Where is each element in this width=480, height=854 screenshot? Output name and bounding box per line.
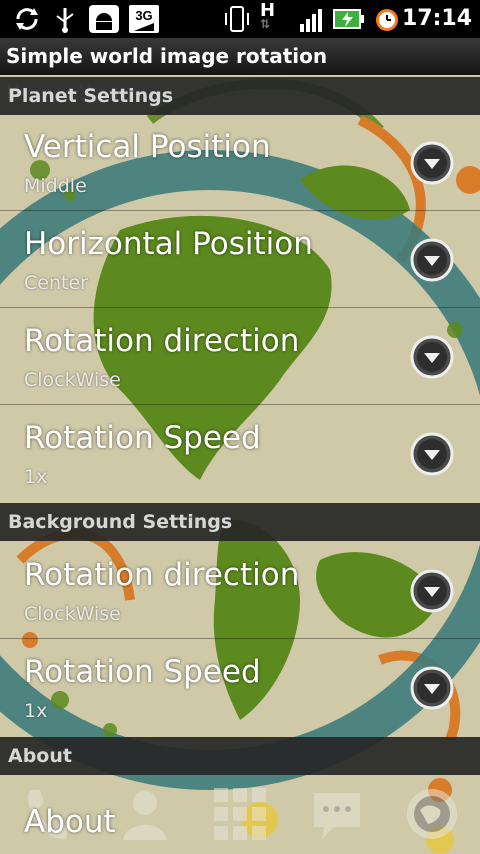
divider — [0, 404, 480, 405]
sync-icon — [12, 4, 42, 38]
battery-charging-icon — [332, 4, 366, 38]
section-header-label: About — [8, 745, 72, 767]
alarm-icon — [372, 4, 402, 38]
pref-summary: ClockWise — [24, 369, 121, 391]
dropdown-arrow-icon[interactable] — [410, 432, 454, 476]
pref-title: Rotation direction — [24, 323, 300, 359]
pref-title: Rotation direction — [24, 557, 300, 593]
divider — [0, 638, 480, 639]
3g-icon: 3G — [128, 4, 160, 38]
pref-title: Horizontal Position — [24, 226, 313, 262]
clock: 17:14 — [401, 6, 472, 31]
pref-summary: 1x — [24, 466, 48, 488]
status-bar: 3G H ⇅ 17:14 — [0, 0, 480, 38]
divider — [0, 210, 480, 211]
dropdown-arrow-icon[interactable] — [410, 666, 454, 710]
pref-summary: 1x — [24, 700, 48, 722]
browser-globe-icon — [404, 786, 460, 846]
contacts-icon — [118, 785, 172, 849]
pref-title: About — [24, 804, 116, 840]
messaging-icon — [310, 787, 364, 847]
dropdown-arrow-icon[interactable] — [410, 141, 454, 185]
vibrate-icon — [222, 4, 252, 38]
pref-summary: Center — [24, 272, 88, 294]
pref-title: Rotation Speed — [24, 654, 261, 690]
pref-background-rotation-direction[interactable]: Rotation direction ClockWise — [0, 543, 480, 639]
network-label: 3G — [135, 8, 152, 23]
data-h-icon: H ⇅ — [260, 0, 276, 31]
pref-planet-rotation-speed[interactable]: Rotation Speed 1x — [0, 406, 480, 502]
app-title-bar: Simple world image rotation livewallpape… — [0, 38, 480, 105]
pref-background-rotation-speed[interactable]: Rotation Speed 1x — [0, 640, 480, 736]
app-drawer-icon — [212, 784, 268, 848]
dropdown-arrow-icon[interactable] — [410, 335, 454, 379]
section-header-label: Background Settings — [8, 511, 233, 533]
pref-vertical-position[interactable]: Vertical Position Middle — [0, 115, 480, 211]
dropdown-arrow-icon[interactable] — [410, 569, 454, 613]
android-debug-icon — [88, 4, 120, 38]
section-header-about: About — [0, 737, 480, 775]
pref-horizontal-position[interactable]: Horizontal Position Center — [0, 212, 480, 308]
pref-summary: Middle — [24, 175, 87, 197]
pref-title: Rotation Speed — [24, 420, 261, 456]
pref-summary: ClockWise — [24, 603, 121, 625]
pref-about[interactable]: About — [24, 804, 116, 840]
section-header-label: Planet Settings — [8, 85, 174, 107]
divider — [0, 307, 480, 308]
section-header-background-settings: Background Settings — [0, 503, 480, 541]
pref-title: Vertical Position — [24, 129, 271, 165]
usb-icon — [52, 4, 78, 38]
dropdown-arrow-icon[interactable] — [410, 238, 454, 282]
signal-icon — [298, 4, 328, 38]
section-header-planet-settings: Planet Settings — [0, 77, 480, 115]
pref-planet-rotation-direction[interactable]: Rotation direction ClockWise — [0, 309, 480, 405]
